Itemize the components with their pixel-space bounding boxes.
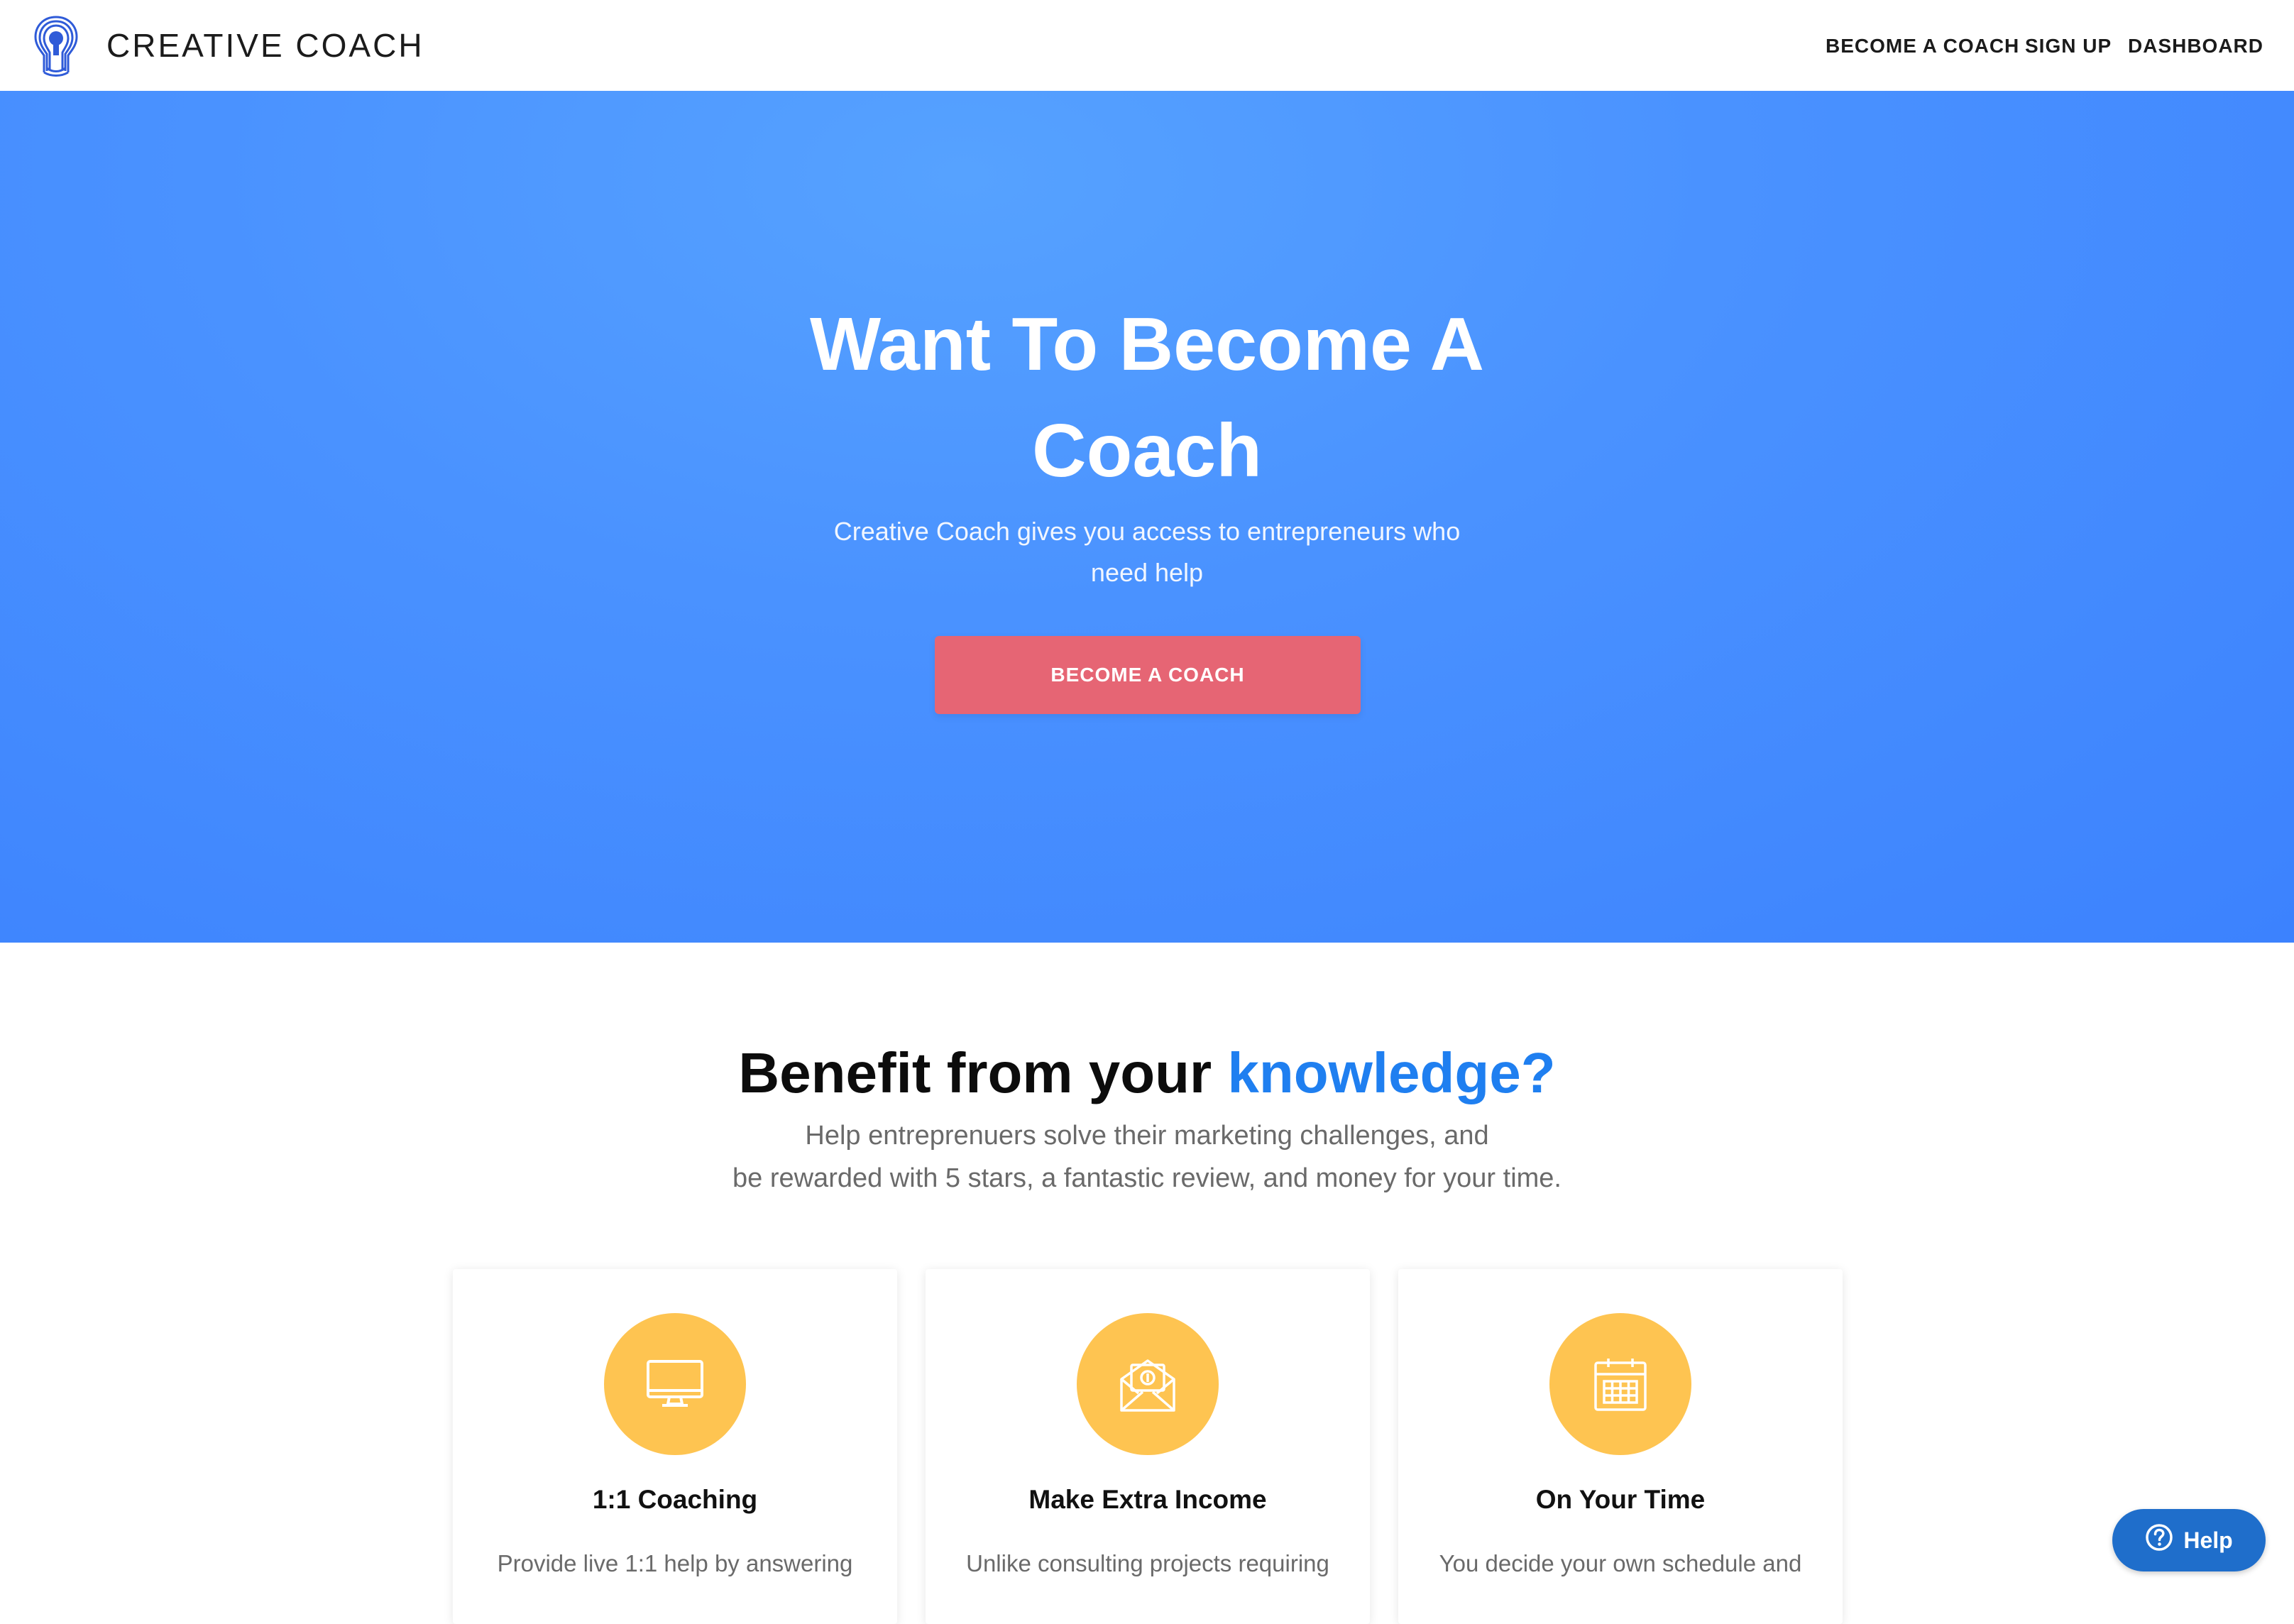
question-circle-icon	[2145, 1523, 2173, 1557]
card-text: Provide live 1:1 help by answering	[497, 1550, 853, 1576]
brand-name[interactable]: CREATIVE COACH	[106, 23, 424, 68]
calendar-icon	[1549, 1313, 1691, 1455]
nav-dashboard[interactable]: DASHBOARD	[2128, 28, 2263, 64]
nav-become-a-coach[interactable]: BECOME A COACH	[1826, 28, 2019, 64]
help-button[interactable]: Help	[2112, 1509, 2266, 1571]
card-title: Make Extra Income	[1028, 1485, 1267, 1514]
benefit-card-coaching: 1:1 Coaching Provide live 1:1 help by an…	[453, 1269, 897, 1624]
card-title: 1:1 Coaching	[592, 1485, 758, 1514]
benefits-title: Benefit from your knowledge?	[0, 1038, 2294, 1109]
logo-icon[interactable]	[30, 13, 82, 78]
monitor-icon	[604, 1313, 746, 1455]
top-navbar: CREATIVE COACH BECOME A COACH SIGN UP DA…	[0, 0, 2294, 91]
benefit-card-income: Make Extra Income Unlike consulting proj…	[926, 1269, 1370, 1624]
benefits-subtitle: Help entreprenuers solve their marketing…	[579, 1114, 1715, 1200]
hero-title: Want To Become A Coach	[809, 302, 1485, 493]
hero-subtitle: Creative Coach gives you access to entre…	[833, 517, 1461, 587]
money-envelope-icon	[1077, 1313, 1219, 1455]
nav-sign-up[interactable]: SIGN UP	[2025, 28, 2112, 64]
card-text: Unlike consulting projects requiring	[966, 1550, 1329, 1576]
card-text: You decide your own schedule and	[1439, 1550, 1802, 1576]
card-title: On Your Time	[1535, 1485, 1706, 1514]
benefit-card-time: On Your Time You decide your own schedul…	[1398, 1269, 1843, 1624]
help-label: Help	[2183, 1527, 2233, 1553]
become-a-coach-button[interactable]: BECOME A COACH	[935, 636, 1361, 714]
benefits-subtitle-line-2: be rewarded with 5 stars, a fantastic re…	[732, 1163, 1562, 1193]
benefits-title-accent: knowledge?	[1227, 1041, 1556, 1104]
benefits-subtitle-line-1: Help entreprenuers solve their marketing…	[805, 1121, 1489, 1151]
benefits-title-prefix: Benefit from your	[738, 1041, 1228, 1104]
